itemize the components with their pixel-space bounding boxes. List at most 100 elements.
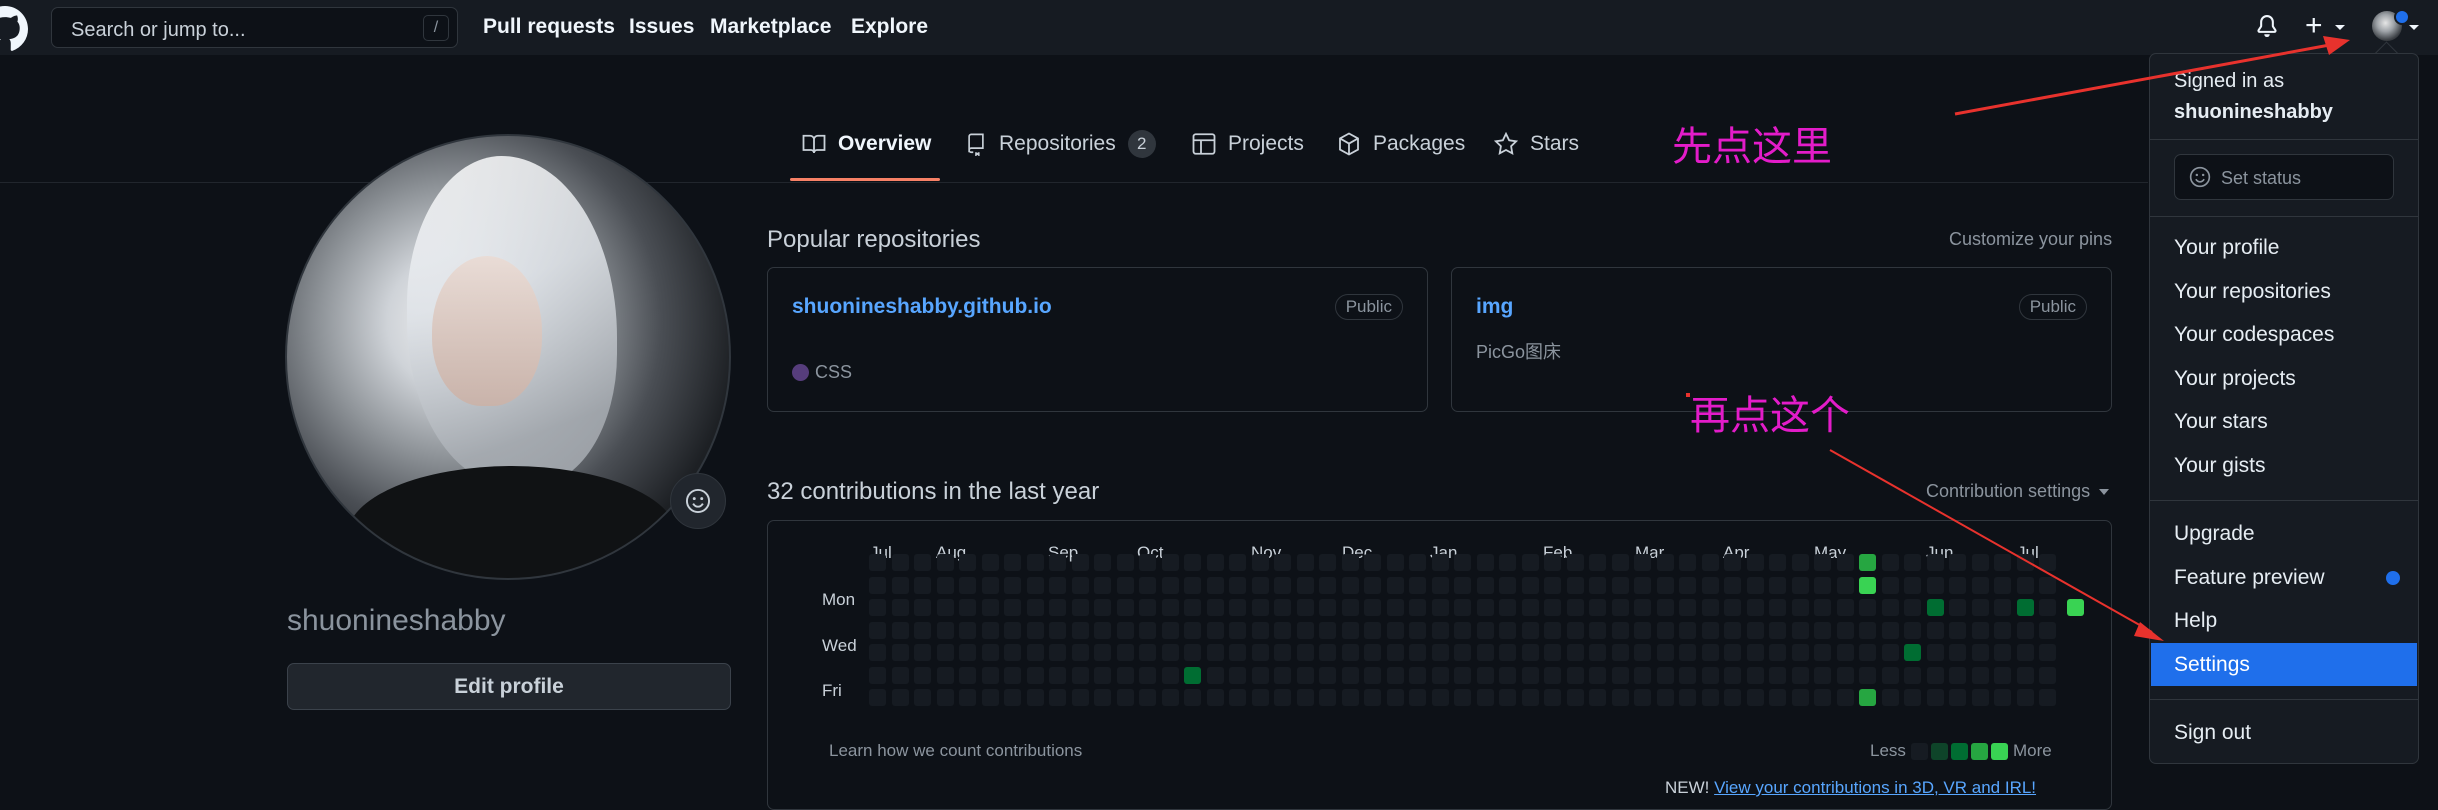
contribution-day-cell[interactable]	[1589, 576, 1606, 594]
contribution-day-cell[interactable]	[1881, 554, 1899, 571]
contribution-day-cell[interactable]	[1386, 666, 1404, 684]
contribution-day-cell[interactable]	[1454, 599, 1471, 616]
contribution-day-cell[interactable]	[1229, 644, 1246, 661]
contribution-day-cell[interactable]	[1994, 576, 2011, 594]
contribution-day-cell[interactable]	[1049, 576, 1066, 594]
contribution-day-cell[interactable]	[1071, 599, 1089, 616]
contribution-day-cell[interactable]	[1386, 576, 1404, 594]
contribution-day-cell[interactable]	[1814, 599, 1831, 616]
contribution-day-cell[interactable]	[1926, 666, 1944, 684]
contribution-day-cell[interactable]	[1634, 621, 1651, 639]
contribution-day-cell[interactable]	[1904, 689, 1921, 706]
contribution-day-cell[interactable]	[1746, 576, 1764, 594]
contribution-day-cell[interactable]	[1139, 666, 1156, 684]
contribution-day-cell[interactable]	[1049, 554, 1066, 571]
contribution-day-cell[interactable]	[1566, 554, 1584, 571]
contribution-day-cell[interactable]	[1206, 666, 1224, 684]
contribution-day-cell[interactable]	[1791, 621, 1809, 639]
contribution-day-cell[interactable]	[1994, 689, 2011, 706]
contribution-day-cell[interactable]	[1701, 666, 1719, 684]
contribution-day-cell[interactable]	[1949, 554, 1966, 571]
contribution-day-cell[interactable]	[936, 554, 954, 571]
contribution-day-cell[interactable]	[1521, 599, 1539, 616]
contribution-day-cell[interactable]	[959, 554, 976, 571]
contribution-day-cell[interactable]	[1296, 554, 1314, 571]
contribution-day-cell[interactable]	[1409, 689, 1426, 706]
menu-item-sign-out[interactable]: Sign out	[2174, 721, 2251, 745]
contribution-day-cell[interactable]	[1656, 644, 1674, 661]
contribution-day-cell[interactable]	[1994, 666, 2011, 684]
contribution-day-cell[interactable]	[1251, 644, 1269, 661]
menu-item-your-repositories[interactable]: Your repositories	[2174, 280, 2331, 304]
contribution-day-cell[interactable]	[1881, 621, 1899, 639]
contribution-day-cell[interactable]	[1454, 621, 1471, 639]
contribution-day-cell[interactable]	[1994, 554, 2011, 571]
contribution-day-cell[interactable]	[1386, 644, 1404, 661]
nav-pull-requests[interactable]: Pull requests	[483, 15, 615, 39]
contribution-day-cell[interactable]	[1499, 666, 1516, 684]
contribution-day-cell[interactable]	[1071, 554, 1089, 571]
contribution-day-cell[interactable]	[1971, 576, 1989, 594]
contribution-day-cell[interactable]	[2016, 576, 2034, 594]
contribution-day-cell[interactable]	[1611, 644, 1629, 661]
contribution-day-cell[interactable]	[1094, 576, 1111, 594]
contribution-day-cell[interactable]	[1859, 576, 1876, 594]
contribution-day-cell[interactable]	[1589, 666, 1606, 684]
contribution-day-cell[interactable]	[1746, 689, 1764, 706]
contribution-day-cell[interactable]	[981, 666, 999, 684]
contribution-day-cell[interactable]	[1499, 644, 1516, 661]
contribution-day-cell[interactable]	[1026, 554, 1044, 571]
contribution-day-cell[interactable]	[1274, 576, 1291, 594]
contribution-day-cell[interactable]	[1364, 576, 1381, 594]
contribution-day-cell[interactable]	[1589, 599, 1606, 616]
contribution-day-cell[interactable]	[1161, 621, 1179, 639]
contribution-day-cell[interactable]	[1049, 621, 1066, 639]
contribution-day-cell[interactable]	[1094, 554, 1111, 571]
contribution-day-cell[interactable]	[1634, 689, 1651, 706]
contribution-day-cell[interactable]	[1701, 554, 1719, 571]
contribution-day-cell[interactable]	[2039, 576, 2056, 594]
contribution-day-cell[interactable]	[869, 554, 886, 571]
contribution-day-cell[interactable]	[891, 576, 909, 594]
contribution-day-cell[interactable]	[1611, 666, 1629, 684]
contribution-day-cell[interactable]	[1814, 644, 1831, 661]
contribution-day-cell[interactable]	[959, 666, 976, 684]
contribution-day-cell[interactable]	[1409, 621, 1426, 639]
contribution-day-cell[interactable]	[1949, 666, 1966, 684]
contribution-day-cell[interactable]	[2039, 554, 2056, 571]
contribution-day-cell[interactable]	[1566, 621, 1584, 639]
contribution-day-cell[interactable]	[1161, 644, 1179, 661]
learn-contributions-link[interactable]: Learn how we count contributions	[829, 741, 1082, 761]
tab-repositories[interactable]: Repositories 2	[965, 130, 1156, 182]
contribution-day-cell[interactable]	[1431, 554, 1449, 571]
contribution-day-cell[interactable]	[1026, 666, 1044, 684]
contribution-day-cell[interactable]	[1881, 666, 1899, 684]
contribution-day-cell[interactable]	[1746, 644, 1764, 661]
contribution-day-cell[interactable]	[1161, 554, 1179, 571]
contribution-day-cell[interactable]	[1094, 666, 1111, 684]
contribution-day-cell[interactable]	[1656, 599, 1674, 616]
contribution-day-cell[interactable]	[1769, 644, 1786, 661]
contribution-day-cell[interactable]	[1004, 666, 1021, 684]
contribution-day-cell[interactable]	[936, 599, 954, 616]
contribution-day-cell[interactable]	[1589, 554, 1606, 571]
contribution-day-cell[interactable]	[1836, 666, 1854, 684]
contribution-day-cell[interactable]	[1116, 621, 1134, 639]
contribution-day-cell[interactable]	[1859, 554, 1876, 571]
contribution-day-cell[interactable]	[1184, 554, 1201, 571]
contribution-day-cell[interactable]	[1634, 666, 1651, 684]
contribution-day-cell[interactable]	[1364, 666, 1381, 684]
contribution-day-cell[interactable]	[1904, 666, 1921, 684]
contribution-day-cell[interactable]	[1116, 554, 1134, 571]
contribution-day-cell[interactable]	[869, 599, 886, 616]
contribution-day-cell[interactable]	[1431, 689, 1449, 706]
contribution-day-cell[interactable]	[1431, 644, 1449, 661]
contribution-day-cell[interactable]	[1004, 554, 1021, 571]
contribution-day-cell[interactable]	[1926, 644, 1944, 661]
contribution-day-cell[interactable]	[2016, 666, 2034, 684]
tab-packages[interactable]: Packages	[1337, 132, 1465, 182]
contribution-day-cell[interactable]	[1364, 621, 1381, 639]
repo-link[interactable]: shuonineshabby.github.io	[792, 295, 1052, 319]
contribution-day-cell[interactable]	[914, 554, 931, 571]
contribution-day-cell[interactable]	[1116, 689, 1134, 706]
